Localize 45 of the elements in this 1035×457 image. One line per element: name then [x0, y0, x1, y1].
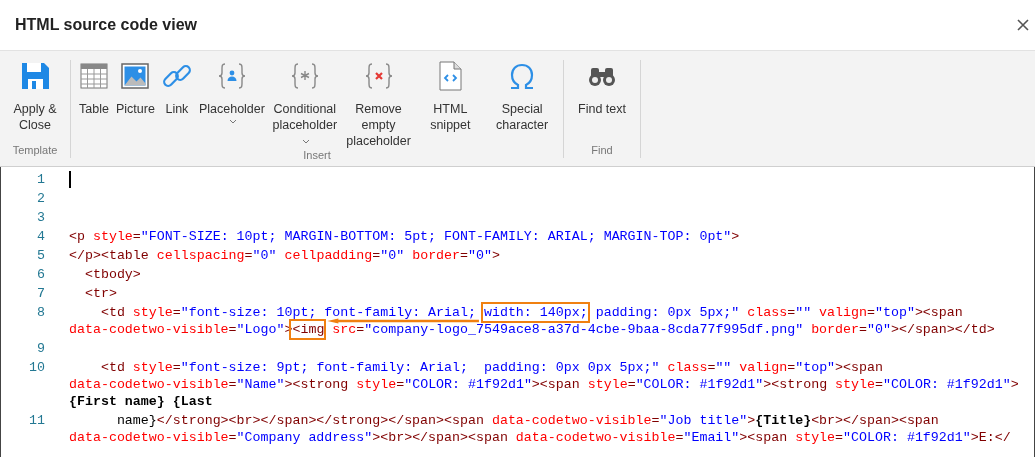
code-line: </p><table cellspacing="0" cellpadding="0" border="0">	[69, 248, 500, 263]
code-line: <p style="FONT-SIZE: 10pt; MARGIN-BOTTOM: 5pt; FONT-FAMILY: ARIAL; MARGIN-TOP: 0pt">	[69, 229, 740, 244]
group-label: Find	[591, 144, 613, 158]
close-icon[interactable]	[1017, 19, 1029, 31]
code-line: data-codetwo-visible="Name"><strong style="COLOR: #1f92d1"><span style="COLOR: #1f92d1"><strong style="COLOR: #1f92d1">	[69, 377, 1019, 392]
code-line: <tr>	[83, 286, 117, 301]
line-number: 3	[36, 210, 45, 225]
code-line: {First name} {Last	[69, 394, 213, 409]
braces-x-icon	[364, 63, 393, 89]
ribbon-button[interactable]: HTML snippet	[415, 60, 486, 133]
ribbon-button[interactable]: Remove empty placeholder	[341, 60, 416, 149]
picture-icon	[121, 63, 150, 89]
line-number: 2	[36, 191, 45, 206]
code-line: <tbody>	[83, 267, 141, 282]
ribbon-button[interactable]: Apply & Close	[5, 60, 65, 133]
line-number: 11	[28, 413, 45, 428]
code-document-icon	[439, 61, 462, 91]
binoculars-icon	[589, 68, 615, 86]
link-icon	[161, 63, 193, 89]
ribbon-button[interactable]: Conditional placeholder	[267, 60, 342, 149]
line-number: 5	[36, 248, 45, 263]
code-line: <td style="font-size: 9pt; font-family: Arial; padding: 0px 0px 5px;" class="" valign="top"><span	[99, 360, 883, 375]
table-icon	[80, 63, 108, 89]
line-number: 9	[36, 341, 45, 356]
ribbon-button[interactable]: Find text	[575, 60, 629, 117]
line-number: 10	[28, 360, 45, 375]
braces-person-icon	[218, 63, 246, 89]
code-line: data-codetwo-visible="Company address"><br></span><span data-codetwo-visible="Email"><span style="COLOR: #1f92d1">E:</	[69, 430, 1011, 445]
code-line: <td style="font-size: 10pt; font-family: Arial; width: 140px; padding: 0px 5px;" class="" valign="top"><span	[99, 305, 963, 320]
line-number: 7	[36, 286, 45, 301]
window-title: HTML source code view	[15, 16, 197, 34]
line-number: 8	[36, 305, 45, 320]
code-line: name}</strong><br></span></strong></span><span data-codetwo-visible="Job title">{Title}<br></span><span	[115, 413, 939, 428]
omega-icon	[511, 63, 534, 90]
ribbon-button[interactable]: Placeholder	[195, 60, 268, 127]
ribbon-button[interactable]: Special character	[485, 60, 559, 133]
ribbon-button[interactable]: Table	[75, 60, 113, 117]
group-label: Template	[12, 144, 58, 158]
group-label: Insert	[303, 149, 331, 163]
ribbon-button[interactable]: Picture	[113, 60, 158, 117]
line-number: 1	[36, 172, 45, 187]
braces-asterisk-icon	[291, 63, 319, 89]
line-number: 4	[36, 229, 45, 244]
ribbon-button[interactable]: Link	[157, 60, 196, 117]
line-number: 6	[36, 267, 45, 282]
